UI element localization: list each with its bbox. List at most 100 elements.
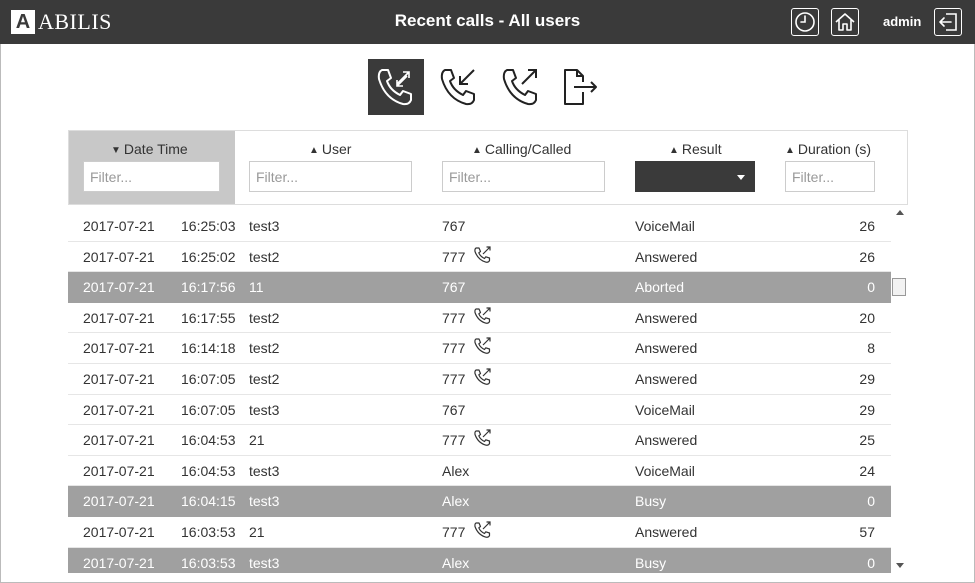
sort-both-icon: ▲︎ [309, 145, 319, 156]
call-date: 2017-07-21 [83, 493, 155, 510]
call-user: test3 [249, 493, 280, 510]
call-time: 16:03:53 [181, 554, 236, 571]
datetime-header[interactable]: ▼ Date Time [111, 141, 188, 157]
abilis-logo[interactable]: A ABILIS [11, 9, 112, 34]
call-date: 2017-07-21 [83, 218, 155, 234]
call-result: Answered [635, 309, 698, 326]
call-user: test3 [249, 401, 280, 418]
call-date: 2017-07-21 [83, 432, 155, 449]
table-row[interactable]: 2017-07-21 16:07:05 test2 777 Answered 29 [68, 363, 891, 395]
result-header[interactable]: ▲︎ Result [669, 141, 722, 157]
outgoing-calls-button[interactable] [493, 59, 549, 115]
call-date: 2017-07-21 [83, 401, 155, 418]
table-row[interactable]: 2017-07-21 16:17:55 test2 777 Answered 20 [68, 302, 891, 334]
table-row[interactable]: 2017-07-21 16:07:05 test3 767 VoiceMail 29 [68, 394, 891, 426]
scroll-down-arrow[interactable] [891, 559, 908, 573]
logout-button[interactable] [934, 8, 962, 36]
table-row[interactable]: 2017-07-21 16:25:02 test2 777 Answered 26 [68, 241, 891, 273]
call-result: Answered [635, 370, 698, 387]
user-column-header[interactable]: ▲︎ User [249, 131, 414, 204]
table-row[interactable]: 2017-07-21 16:04:53 21 777 Answered 25 [68, 425, 891, 456]
call-duration: 24 [859, 462, 875, 479]
history-button[interactable] [791, 8, 819, 36]
duration-filter-input[interactable] [785, 161, 875, 192]
call-user: test3 [249, 554, 280, 571]
called-header[interactable]: ▲︎ Calling/Called [472, 141, 571, 157]
datetime-filter-input[interactable] [83, 161, 220, 192]
table-scrollbar[interactable] [891, 205, 908, 573]
call-user: test2 [249, 340, 280, 357]
table-row[interactable]: 2017-07-21 16:14:18 test2 777 Answered 8 [68, 333, 891, 364]
all-calls-button[interactable] [368, 59, 424, 115]
call-time: 16:17:56 [181, 279, 236, 296]
table-row[interactable]: 2017-07-21 16:17:56 11 767 Aborted 0 [68, 272, 891, 303]
call-called: 777 [442, 309, 466, 326]
page-title: Recent calls - All users [394, 11, 581, 30]
call-date: 2017-07-21 [83, 309, 155, 326]
sort-both-icon: ▲︎ [472, 145, 482, 156]
clock-icon [795, 12, 815, 32]
call-result: VoiceMail [635, 462, 695, 479]
incoming-calls-icon [440, 69, 475, 106]
call-duration: 57 [859, 523, 875, 540]
result-filter-select[interactable] [635, 161, 755, 192]
logo-mark: A [11, 10, 35, 34]
call-duration: 26 [859, 218, 875, 234]
logout-icon [939, 13, 957, 31]
call-date: 2017-07-21 [83, 370, 155, 387]
export-button[interactable] [551, 59, 607, 115]
table-row[interactable]: 2017-07-21 16:03:53 test3 Alex Busy 0 [68, 547, 891, 573]
chevron-down-icon [737, 175, 745, 180]
call-duration: 26 [859, 248, 875, 265]
called-column-header[interactable]: ▲︎ Calling/Called [442, 131, 607, 204]
call-duration: 20 [859, 309, 875, 326]
outgoing-calls-icon [502, 69, 537, 106]
call-time: 16:04:53 [181, 432, 236, 449]
table-row[interactable]: 2017-07-21 16:04:15 test3 Alex Busy 0 [68, 486, 891, 517]
call-result: VoiceMail [635, 218, 695, 234]
user-header[interactable]: ▲︎ User [309, 141, 351, 157]
call-called: 777 [442, 370, 466, 387]
forwarded-call-icon [473, 368, 493, 389]
call-time: 16:04:53 [181, 462, 236, 479]
call-user: test2 [249, 248, 280, 265]
incoming-calls-button[interactable] [431, 59, 487, 115]
scroll-up-arrow[interactable] [891, 205, 908, 219]
home-button[interactable] [831, 8, 859, 36]
called-filter-input[interactable] [442, 161, 605, 192]
forwarded-call-icon [473, 429, 493, 450]
call-duration: 0 [867, 493, 875, 510]
forwarded-call-icon [473, 307, 493, 328]
call-date: 2017-07-21 [83, 279, 155, 296]
user-filter-input[interactable] [249, 161, 412, 192]
table-row[interactable]: 2017-07-21 16:25:03 test3 767 VoiceMail 26 [68, 211, 891, 242]
call-called: 777 [442, 248, 466, 265]
call-duration: 0 [867, 279, 875, 296]
table-row[interactable]: 2017-07-21 16:03:53 21 777 Answered 57 [68, 516, 891, 548]
home-icon [835, 13, 855, 31]
call-called: 777 [442, 432, 466, 449]
call-time: 16:07:05 [181, 370, 236, 387]
call-time: 16:03:53 [181, 523, 236, 540]
call-result: Busy [635, 554, 667, 571]
call-date: 2017-07-21 [83, 554, 155, 571]
scrollbar-thumb[interactable] [892, 278, 906, 296]
duration-column-header[interactable]: ▲︎ Duration (s) [785, 131, 907, 204]
call-user: test2 [249, 309, 280, 326]
call-called: Alex [442, 493, 470, 510]
call-time: 16:25:02 [181, 248, 236, 265]
duration-header[interactable]: ▲︎ Duration (s) [785, 141, 871, 157]
call-duration: 0 [867, 554, 875, 571]
calls-table: 2017-07-21 16:25:03 test3 767 VoiceMail 26 201… [68, 211, 891, 573]
call-result: VoiceMail [635, 401, 695, 418]
datetime-column-header[interactable]: ▼ Date Time [69, 131, 235, 204]
call-called: 777 [442, 523, 466, 540]
sort-desc-icon: ▼ [111, 145, 121, 156]
result-column-header[interactable]: ▲︎ Result [635, 131, 757, 204]
call-called: Alex [442, 462, 470, 479]
call-date: 2017-07-21 [83, 523, 155, 540]
forwarded-call-icon [473, 521, 493, 542]
call-time: 16:04:15 [181, 493, 236, 510]
call-date: 2017-07-21 [83, 340, 155, 357]
table-row[interactable]: 2017-07-21 16:04:53 test3 Alex VoiceMail 24 [68, 455, 891, 487]
